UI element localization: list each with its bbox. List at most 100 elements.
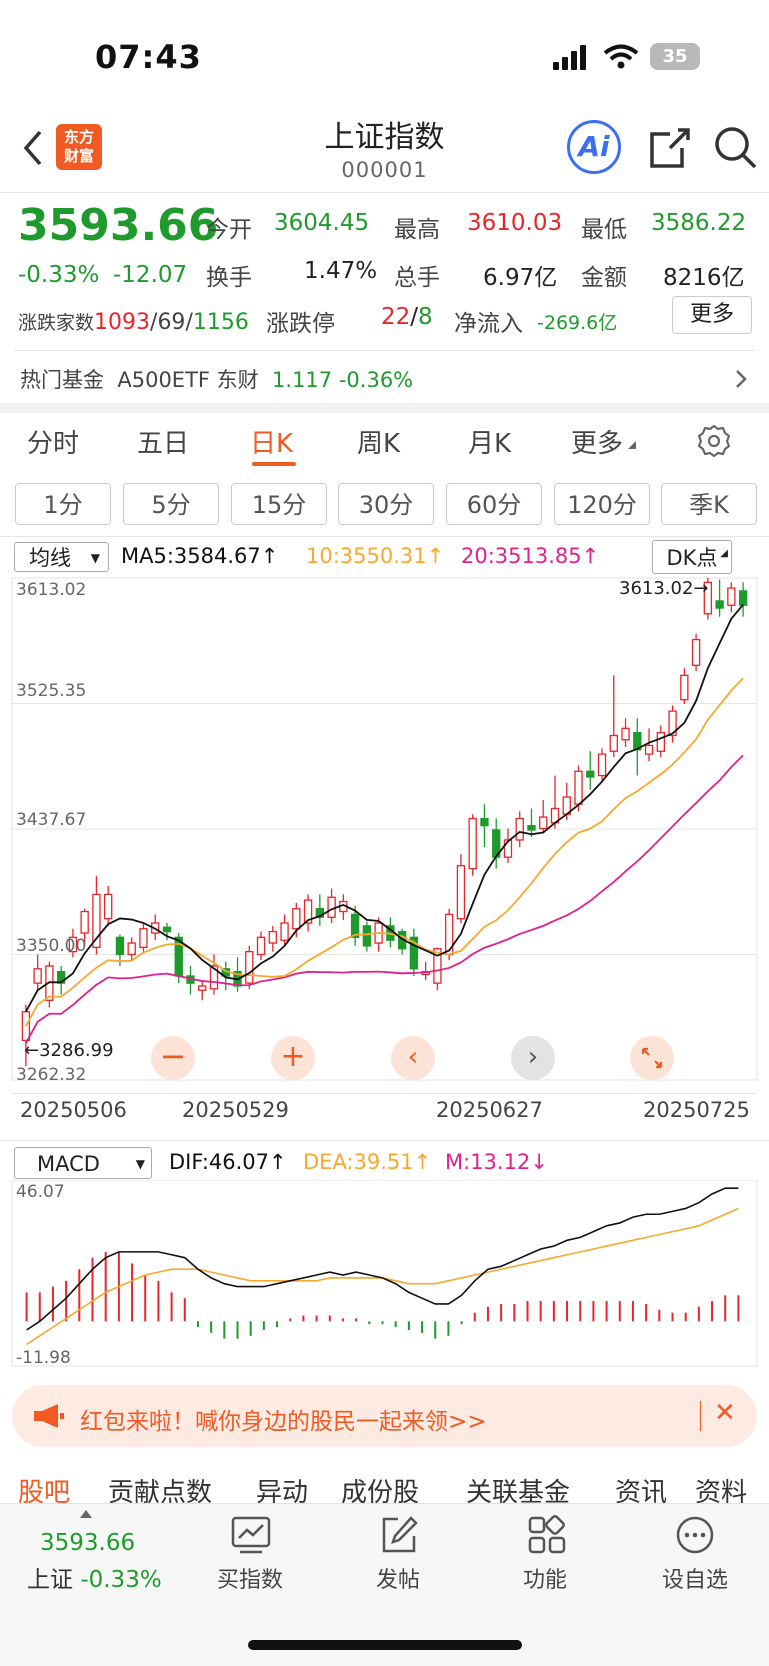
scroll-left-button[interactable]: ‹ xyxy=(391,1036,435,1080)
megaphone-icon xyxy=(34,1404,64,1428)
open-value: 3604.45 xyxy=(274,210,370,236)
candle-body xyxy=(104,893,113,920)
tab-intraday[interactable]: 分时 xyxy=(27,423,79,460)
gear-icon[interactable] xyxy=(697,424,731,458)
candle-body xyxy=(268,930,277,944)
ai-button[interactable]: Ai xyxy=(567,120,621,174)
change-value: -12.07 xyxy=(113,262,188,288)
add-watchlist-icon[interactable] xyxy=(674,1514,716,1556)
y-tick-label: 3613.02 xyxy=(16,580,87,600)
amount-label: 金额 xyxy=(581,265,627,291)
y-tick-label: 3262.32 xyxy=(16,1065,87,1085)
candle-body xyxy=(33,968,42,984)
ma-selector[interactable]: 均线 ▼ xyxy=(14,542,109,572)
candle-body xyxy=(456,865,466,920)
more-button[interactable]: 更多 xyxy=(672,296,752,334)
x-tick-label: 20250627 xyxy=(436,1098,543,1122)
caret-down-icon xyxy=(628,441,636,449)
tab-daily-k[interactable]: 日K xyxy=(250,423,293,460)
candle-body xyxy=(574,770,583,805)
post-button[interactable]: 发帖 xyxy=(353,1562,443,1594)
current-price: 3593.66 xyxy=(18,200,219,251)
candle-body xyxy=(80,910,89,934)
tab-weekly-k[interactable]: 周K xyxy=(357,423,400,460)
netflow-value: -269.6亿 xyxy=(537,312,618,334)
tab-more[interactable]: 更多 xyxy=(571,423,623,460)
share-icon[interactable] xyxy=(648,126,692,170)
netflow-label: 净流入 xyxy=(454,311,523,337)
candle-body xyxy=(691,638,701,666)
x-tick-label: 20250506 xyxy=(20,1098,127,1122)
candle-body xyxy=(539,816,548,830)
macd-y-tick: -11.98 xyxy=(16,1348,71,1368)
promo-text[interactable]: 红包来啦！喊你身边的股民一起来领>> xyxy=(80,1402,487,1436)
candle-body xyxy=(127,942,136,956)
signal-icon xyxy=(553,44,589,70)
active-tab-indicator xyxy=(252,462,296,466)
function-icon[interactable] xyxy=(526,1514,568,1556)
zoom-out-button[interactable]: − xyxy=(151,1036,195,1080)
y-tick-label: 3350.00 xyxy=(16,936,87,956)
candle-body xyxy=(280,922,289,941)
dk-point-button[interactable]: DK点 ◢ xyxy=(652,540,732,574)
x-tick-label: 20250529 xyxy=(182,1098,289,1122)
candle-body xyxy=(362,925,372,947)
dif-value: DIF:46.07↑ xyxy=(169,1150,287,1174)
period-120min[interactable]: 120分 xyxy=(554,483,650,525)
candle-body xyxy=(621,727,630,741)
period-quarter-k[interactable]: 季K xyxy=(661,483,757,525)
period-1min[interactable]: 1分 xyxy=(15,483,111,525)
tab-monthly-k[interactable]: 月K xyxy=(468,423,511,460)
candle-body xyxy=(597,753,607,777)
period-30min[interactable]: 30分 xyxy=(338,483,434,525)
candle-body xyxy=(468,817,477,870)
chevron-right-icon[interactable] xyxy=(734,368,748,390)
candle-body xyxy=(515,817,524,841)
candle-body xyxy=(738,590,748,606)
candle-body xyxy=(727,587,736,606)
hot-fund-row[interactable]: 热门基金 A500ETF 东财 1.117 -0.36% xyxy=(20,364,413,394)
candle-body xyxy=(609,734,618,752)
ma20-value: 20:3513.85↑ xyxy=(461,544,600,568)
m-value: M:13.12↓ xyxy=(445,1150,548,1174)
period-15min[interactable]: 15分 xyxy=(231,483,327,525)
volume-value: 6.97亿 xyxy=(483,265,558,291)
post-icon[interactable] xyxy=(378,1514,420,1556)
candle-body xyxy=(245,950,254,984)
add-watchlist-button[interactable]: 设自选 xyxy=(650,1562,740,1594)
candlestick-chart[interactable] xyxy=(0,574,769,1094)
period-60min[interactable]: 60分 xyxy=(446,483,542,525)
period-5min[interactable]: 5分 xyxy=(123,483,219,525)
tab-five-day[interactable]: 五日 xyxy=(137,423,189,460)
caret-up-icon xyxy=(80,1510,92,1518)
candle-body xyxy=(680,674,689,701)
high-label: 最高 xyxy=(394,217,440,243)
high-value: 3610.03 xyxy=(467,210,563,236)
indicator-selector[interactable]: MACD ▼ xyxy=(14,1147,152,1179)
low-label: 最低 xyxy=(581,217,627,243)
function-button[interactable]: 功能 xyxy=(500,1562,590,1594)
close-icon[interactable]: ✕ xyxy=(714,1398,736,1428)
macd-chart[interactable] xyxy=(0,1180,769,1370)
y-tick-label: 3525.35 xyxy=(16,681,87,701)
limit-label: 涨跌停 xyxy=(266,311,335,337)
candle-body xyxy=(644,744,654,755)
buy-index-button[interactable]: 买指数 xyxy=(205,1562,295,1594)
x-tick-label: 20250725 xyxy=(643,1098,750,1122)
candle-body xyxy=(480,817,489,827)
buy-index-icon[interactable] xyxy=(230,1514,272,1556)
candle-body xyxy=(292,908,301,930)
zoom-in-button[interactable]: + xyxy=(271,1036,315,1080)
ma5-value: MA5:3584.67↑ xyxy=(121,544,279,568)
open-label: 今开 xyxy=(206,217,252,243)
bottom-index-name: 上证 -0.33% xyxy=(27,1567,162,1593)
macd-y-tick: 46.07 xyxy=(16,1182,65,1202)
candle-body xyxy=(162,926,172,933)
scroll-right-button[interactable]: › xyxy=(511,1036,555,1080)
high-marker: 3613.02→ xyxy=(619,578,709,599)
fullscreen-button[interactable] xyxy=(630,1036,674,1080)
candle-body xyxy=(715,600,724,609)
limit-value: 22/8 xyxy=(381,304,433,330)
search-icon[interactable] xyxy=(712,124,758,170)
home-indicator xyxy=(248,1640,522,1650)
